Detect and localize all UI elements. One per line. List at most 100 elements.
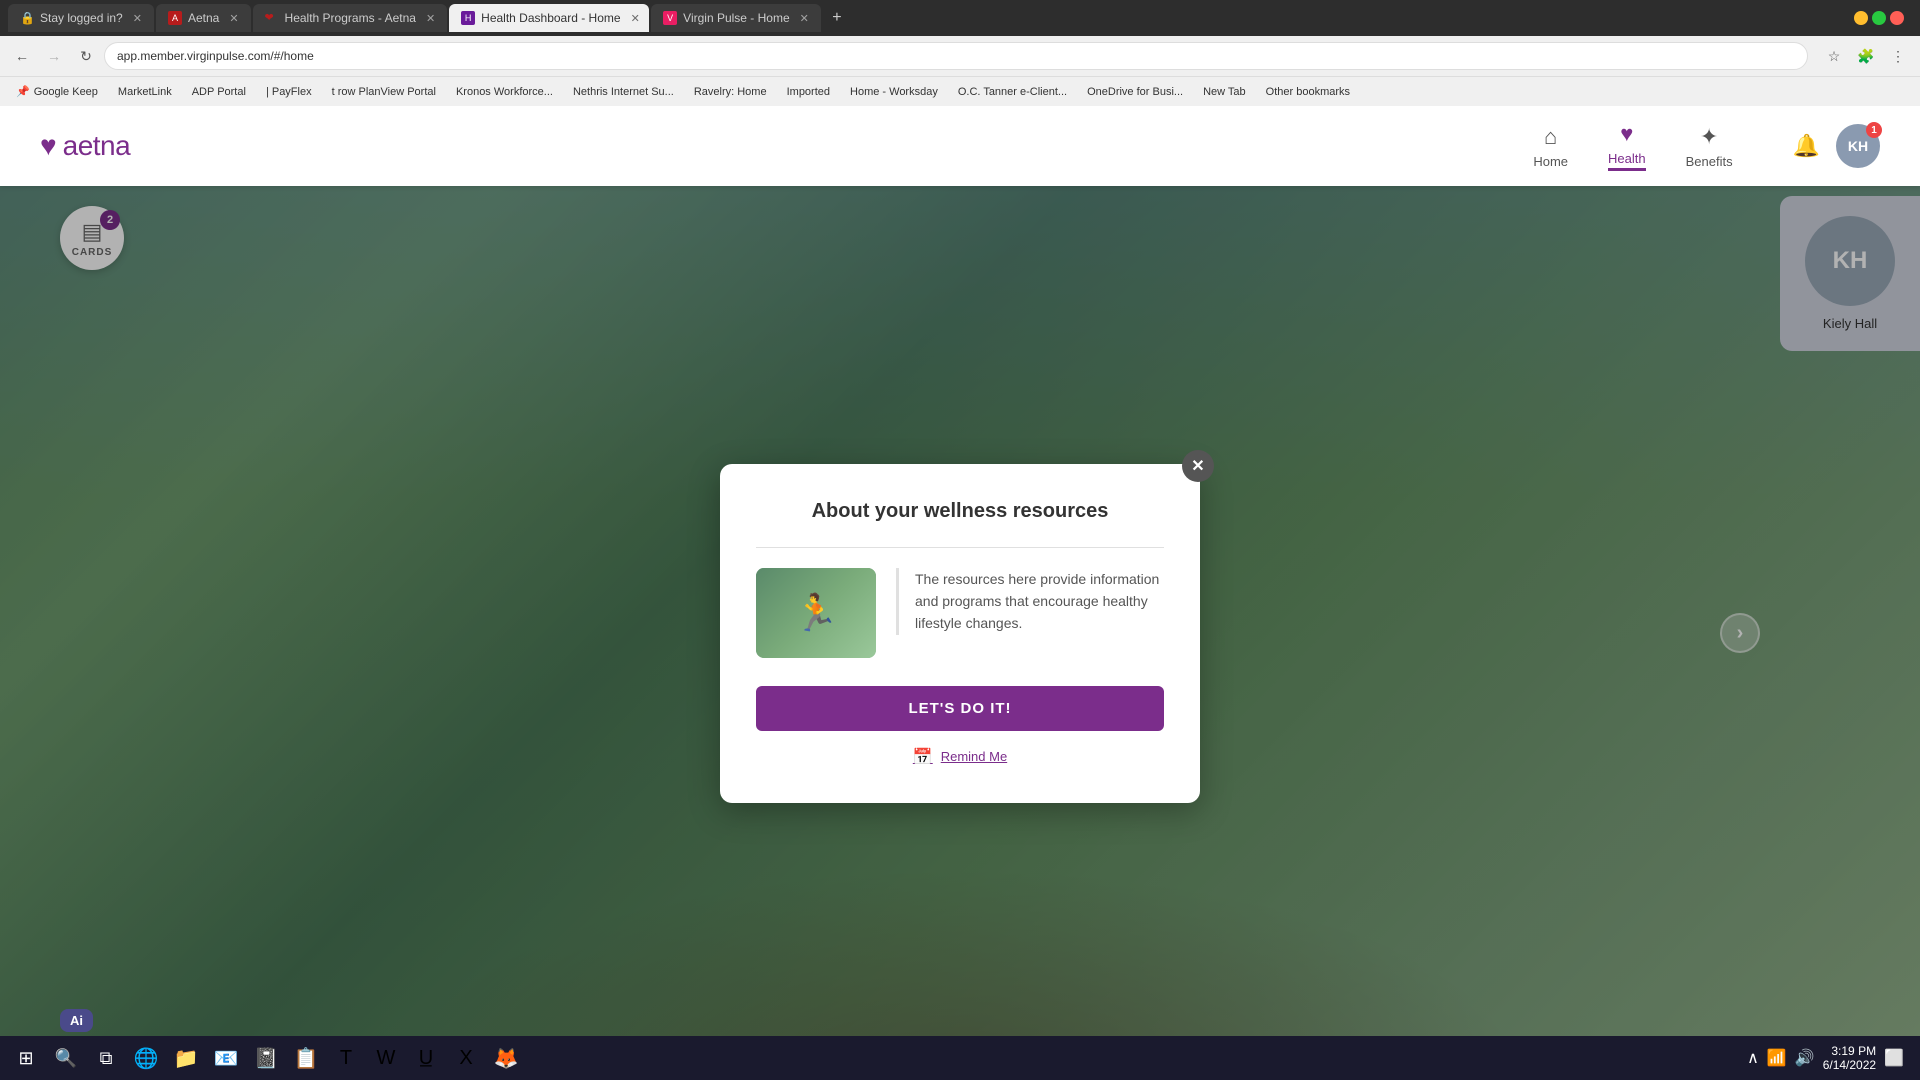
taskbar-date: 6/14/2022: [1823, 1058, 1876, 1072]
forward-button[interactable]: →: [40, 42, 68, 70]
bookmark-button[interactable]: ☆: [1820, 42, 1848, 70]
bookmark-onedrive[interactable]: OneDrive for Busi...: [1079, 84, 1191, 100]
tab-title-3: Health Programs - Aetna: [285, 11, 416, 25]
menu-button[interactable]: ⋮: [1884, 42, 1912, 70]
health-icon: ♥: [1620, 121, 1633, 147]
bookmark-workday[interactable]: Home - Worksday: [842, 84, 946, 100]
notifications-button[interactable]: 🔔: [1793, 133, 1820, 159]
bookmark-google-keep[interactable]: 📌 Google Keep: [8, 83, 106, 100]
remind-me-label: Remind Me: [941, 749, 1007, 764]
tab-title-2: Aetna: [188, 11, 219, 25]
modal-overlay: ✕ About your wellness resources 🏃 The re…: [0, 186, 1920, 1080]
bookmark-new-tab[interactable]: New Tab: [1195, 84, 1254, 100]
taskbar-time: 3:19 PM: [1823, 1044, 1876, 1058]
nav-home[interactable]: ⌂ Home: [1533, 124, 1568, 169]
new-tab-button[interactable]: +: [823, 4, 851, 32]
tab-title-4: Health Dashboard - Home: [481, 11, 620, 25]
bookmark-planview[interactable]: t row PlanView Portal: [324, 84, 444, 100]
tab-close-2[interactable]: ✕: [229, 12, 238, 25]
taskbar-file-explorer[interactable]: 📁: [168, 1040, 204, 1076]
extensions-button[interactable]: 🧩: [1852, 42, 1880, 70]
tab-bar: 🔒 Stay logged in? ✕ A Aetna ✕ ❤ Health P…: [0, 0, 1920, 36]
taskbar-network[interactable]: 📶: [1767, 1048, 1787, 1068]
wellness-modal: ✕ About your wellness resources 🏃 The re…: [720, 464, 1200, 803]
ai-badge: Ai: [60, 1009, 93, 1032]
taskbar-apps: 🌐 📁 📧 📓 📋 T W U̲ X 🦊: [128, 1040, 1743, 1076]
nav-health-label: Health: [1608, 151, 1646, 166]
tab-stay-logged-in[interactable]: 🔒 Stay logged in? ✕: [8, 4, 154, 32]
bookmarks-bar: 📌 Google Keep MarketLink ADP Portal | Pa…: [0, 76, 1920, 106]
taskbar-word[interactable]: W: [368, 1040, 404, 1076]
modal-image: 🏃: [756, 568, 876, 658]
tab-favicon-4: H: [461, 11, 475, 25]
tab-aetna[interactable]: A Aetna ✕: [156, 4, 251, 32]
tab-close-4[interactable]: ✕: [631, 12, 640, 25]
tab-health-programs[interactable]: ❤ Health Programs - Aetna ✕: [253, 4, 448, 32]
start-button[interactable]: ⊞: [8, 1040, 44, 1076]
taskbar-excel[interactable]: X: [448, 1040, 484, 1076]
page-content: ♥ aetna ⌂ Home ♥ Health ✦ Benefits 🔔 KH …: [0, 106, 1920, 1080]
tab-favicon-1: 🔒: [20, 11, 34, 25]
taskbar: ⊞ 🔍 ⧉ 🌐 📁 📧 📓 📋 T W U̲ X 🦊 ∧ 📶 🔊 3:19 PM…: [0, 1036, 1920, 1080]
task-view-button[interactable]: ⧉: [88, 1040, 124, 1076]
bookmark-oc-tanner[interactable]: O.C. Tanner e-Client...: [950, 84, 1075, 100]
tab-health-dashboard[interactable]: H Health Dashboard - Home ✕: [449, 4, 649, 32]
taskbar-onenote[interactable]: 📓: [248, 1040, 284, 1076]
tab-title-1: Stay logged in?: [40, 11, 123, 25]
tab-favicon-5: V: [663, 11, 677, 25]
back-button[interactable]: ←: [8, 42, 36, 70]
modal-close-button[interactable]: ✕: [1182, 450, 1214, 482]
minimize-button[interactable]: [1854, 11, 1868, 25]
taskbar-teams[interactable]: T: [328, 1040, 364, 1076]
bookmark-adp[interactable]: ADP Portal: [184, 84, 254, 100]
modal-body: 🏃 The resources here provide information…: [756, 547, 1164, 658]
address-text: app.member.virginpulse.com/#/home: [117, 49, 314, 63]
taskbar-chevron-up[interactable]: ∧: [1747, 1048, 1759, 1068]
logo-area: ♥ aetna: [40, 130, 130, 162]
main-nav: ⌂ Home ♥ Health ✦ Benefits: [1533, 121, 1732, 171]
bookmark-payflex[interactable]: | PayFlex: [258, 84, 320, 100]
browser-chrome: 🔒 Stay logged in? ✕ A Aetna ✕ ❤ Health P…: [0, 0, 1920, 106]
home-icon: ⌂: [1544, 124, 1557, 150]
bookmark-kronos[interactable]: Kronos Workforce...: [448, 84, 561, 100]
taskbar-browser[interactable]: 🦊: [488, 1040, 524, 1076]
taskbar-edge[interactable]: 🌐: [128, 1040, 164, 1076]
nav-bar: ← → ↻ app.member.virginpulse.com/#/home …: [0, 36, 1920, 76]
avatar-badge: 1: [1866, 122, 1882, 138]
bookmark-nethris[interactable]: Nethris Internet Su...: [565, 84, 682, 100]
nav-health[interactable]: ♥ Health: [1608, 121, 1646, 171]
benefits-icon: ✦: [1700, 124, 1718, 150]
main-content: 2 ▤ CARDS ✕ About your wellness resource…: [0, 186, 1920, 1080]
tab-close-1[interactable]: ✕: [133, 12, 142, 25]
tab-close-5[interactable]: ✕: [800, 12, 809, 25]
refresh-button[interactable]: ↻: [72, 42, 100, 70]
bookmark-icon-1: 📌: [16, 85, 30, 98]
bookmark-ravelry[interactable]: Ravelry: Home: [686, 84, 775, 100]
taskbar-right: ∧ 📶 🔊 3:19 PM 6/14/2022 ⬜: [1747, 1044, 1912, 1072]
bookmark-imported[interactable]: Imported: [779, 84, 838, 100]
taskbar-notifications[interactable]: ⬜: [1884, 1048, 1904, 1068]
address-bar[interactable]: app.member.virginpulse.com/#/home: [104, 42, 1808, 70]
tab-favicon-3: ❤: [265, 11, 279, 25]
taskbar-mail[interactable]: 📧: [208, 1040, 244, 1076]
avatar-initials: KH: [1848, 138, 1868, 154]
app-header: ♥ aetna ⌂ Home ♥ Health ✦ Benefits 🔔 KH …: [0, 106, 1920, 186]
taskbar-time-date: 3:19 PM 6/14/2022: [1823, 1044, 1876, 1072]
tab-title-5: Virgin Pulse - Home: [683, 11, 790, 25]
nav-home-label: Home: [1533, 154, 1568, 169]
taskbar-app1[interactable]: 📋: [288, 1040, 324, 1076]
tab-close-3[interactable]: ✕: [426, 12, 435, 25]
close-button[interactable]: [1890, 11, 1904, 25]
user-avatar[interactable]: KH 1: [1836, 124, 1880, 168]
bookmark-marketlink[interactable]: MarketLink: [110, 84, 180, 100]
taskbar-underline[interactable]: U̲: [408, 1040, 444, 1076]
lets-do-it-button[interactable]: LET'S DO IT!: [756, 686, 1164, 731]
nav-benefits[interactable]: ✦ Benefits: [1686, 124, 1733, 169]
tab-virgin-pulse[interactable]: V Virgin Pulse - Home ✕: [651, 4, 821, 32]
search-button[interactable]: 🔍: [48, 1040, 84, 1076]
remind-me-button[interactable]: 📅 Remind Me: [756, 747, 1164, 767]
taskbar-volume[interactable]: 🔊: [1795, 1048, 1815, 1068]
tab-favicon-2: A: [168, 11, 182, 25]
maximize-button[interactable]: [1872, 11, 1886, 25]
bookmark-other[interactable]: Other bookmarks: [1258, 84, 1358, 100]
